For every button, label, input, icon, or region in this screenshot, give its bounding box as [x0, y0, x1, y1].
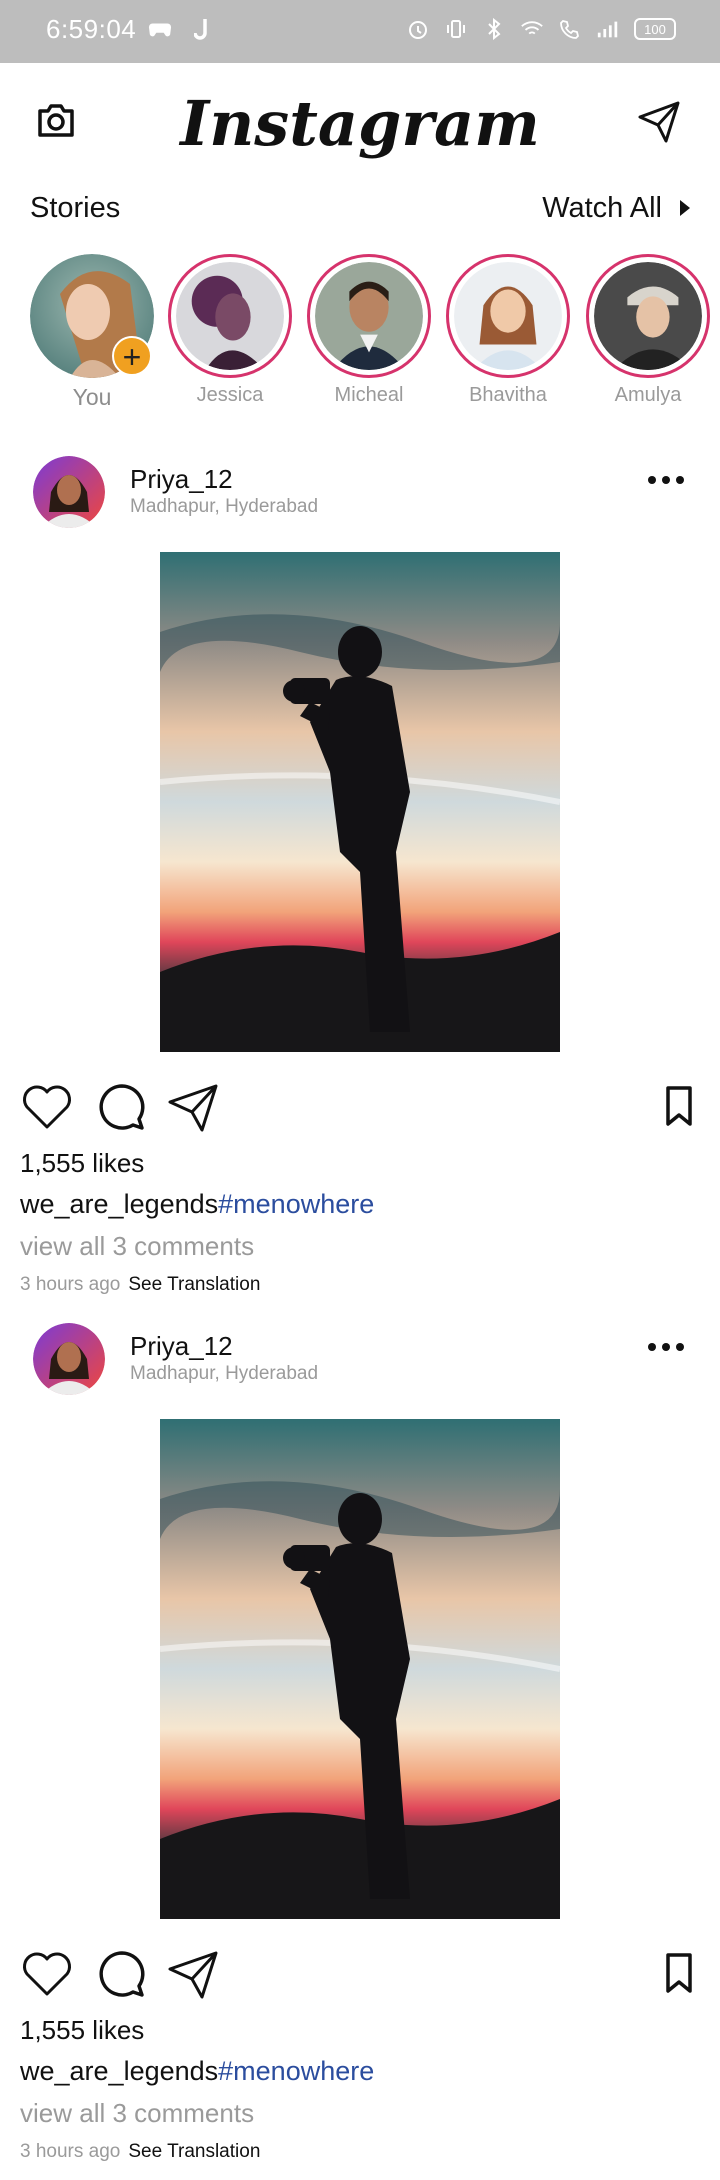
watch-all-label: Watch All [542, 191, 662, 224]
view-comments-link[interactable]: view all 3 comments [20, 2098, 254, 2129]
story-avatar [315, 262, 423, 370]
status-bar: 6:59:04 100 [0, 0, 720, 63]
direct-message-icon[interactable] [636, 99, 682, 145]
post-location[interactable]: Madhapur, Hyderabad [130, 1363, 318, 1385]
like-heart-icon[interactable] [20, 1080, 74, 1134]
story-you[interactable]: + You [30, 254, 154, 411]
post-caption: we_are_legends#menowhere [20, 2056, 374, 2087]
add-story-button[interactable]: + [112, 336, 152, 376]
story-micheal[interactable]: Micheal [307, 254, 431, 407]
more-options-icon[interactable] [648, 1343, 684, 1351]
story-avatar [176, 262, 284, 370]
share-send-icon[interactable] [166, 1947, 220, 2001]
post-caption: we_are_legends#menowhere [20, 1189, 374, 1220]
post-time: 3 hours ago [20, 1274, 121, 1295]
post-actions [20, 1080, 700, 1136]
status-time: 6:59:04 [46, 14, 137, 44]
more-options-icon[interactable] [648, 476, 684, 484]
story-name: Amulya [614, 384, 682, 406]
stories-header: Stories Watch All [30, 188, 690, 228]
app-header: Instagram [0, 63, 720, 183]
post-location[interactable]: Madhapur, Hyderabad [130, 496, 318, 518]
stories-title: Stories [30, 191, 121, 224]
comment-icon[interactable] [95, 1080, 149, 1134]
story-amulya[interactable]: Amulya [586, 254, 710, 407]
battery-icon: 100 [634, 18, 676, 40]
caption-username[interactable]: we_are_legends [20, 2056, 218, 2086]
see-translation-link[interactable]: See Translation [128, 1274, 260, 1295]
j-app-icon [190, 14, 214, 44]
post-photo[interactable] [160, 1419, 560, 1919]
bookmark-icon[interactable] [652, 1947, 706, 2001]
post-username[interactable]: Priya_12 [130, 1331, 233, 1362]
watch-all-button[interactable]: Watch All [542, 192, 690, 225]
story-jessica[interactable]: Jessica [168, 254, 292, 407]
post-username[interactable]: Priya_12 [130, 464, 233, 495]
post-card: Priya_12 Madhapur, Hyderabad 1,555 likes… [0, 456, 720, 1306]
post-meta: 3 hours ago See Translation [20, 1274, 260, 1296]
post-card: Priya_12 Madhapur, Hyderabad 1,555 likes… [0, 1323, 720, 2173]
caption-hashtag[interactable]: #menowhere [218, 2056, 374, 2086]
story-name: Micheal [334, 384, 404, 406]
story-name: Jessica [196, 384, 264, 406]
view-comments-link[interactable]: view all 3 comments [20, 1231, 254, 1262]
story-name: Bhavitha [469, 384, 547, 406]
instagram-logo: Instagram [180, 87, 540, 160]
story-name: You [72, 384, 112, 410]
wifi-icon [520, 14, 544, 44]
caption-hashtag[interactable]: #menowhere [218, 1189, 374, 1219]
post-time: 3 hours ago [20, 2141, 121, 2162]
signal-icon [596, 14, 620, 44]
alarm-icon [406, 14, 430, 44]
likes-count[interactable]: 1,555 likes [20, 2015, 144, 2046]
story-avatar [594, 262, 702, 370]
post-meta: 3 hours ago See Translation [20, 2141, 260, 2163]
story-bhavitha[interactable]: Bhavitha [446, 254, 570, 407]
call-icon [558, 14, 582, 44]
post-avatar[interactable] [33, 1323, 105, 1395]
vibrate-icon [444, 14, 468, 44]
stories-tray: + You Jessica Micheal Bhavitha Amulya [0, 254, 720, 414]
like-heart-icon[interactable] [20, 1947, 74, 2001]
gamepad-icon [148, 14, 172, 44]
comment-icon[interactable] [95, 1947, 149, 2001]
bookmark-icon[interactable] [652, 1080, 706, 1134]
see-translation-link[interactable]: See Translation [128, 2141, 260, 2162]
post-photo[interactable] [160, 552, 560, 1052]
share-send-icon[interactable] [166, 1080, 220, 1134]
bluetooth-icon [482, 14, 506, 44]
post-avatar[interactable] [33, 456, 105, 528]
play-arrow-icon [680, 200, 690, 216]
likes-count[interactable]: 1,555 likes [20, 1148, 144, 1179]
caption-username[interactable]: we_are_legends [20, 1189, 218, 1219]
story-avatar [454, 262, 562, 370]
post-actions [20, 1947, 700, 2003]
